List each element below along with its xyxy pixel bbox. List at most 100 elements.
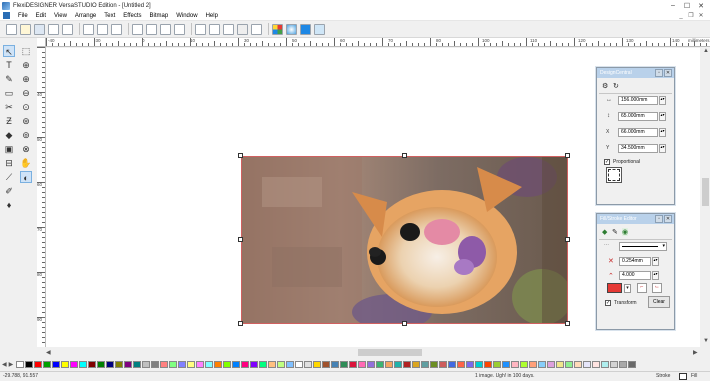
palette-swatch[interactable]	[322, 361, 331, 368]
panel-pin-icon[interactable]: ▫	[655, 69, 663, 77]
palette-swatch[interactable]	[601, 361, 610, 368]
palette-swatch[interactable]	[34, 361, 43, 368]
palette-swatch[interactable]	[79, 361, 88, 368]
palette-swatch[interactable]	[547, 361, 556, 368]
scroll-left-icon[interactable]: ◀	[46, 349, 51, 356]
palette-swatch[interactable]	[61, 361, 70, 368]
open-file-icon[interactable]	[20, 23, 31, 35]
palette-swatch[interactable]	[448, 361, 457, 368]
palette-swatch[interactable]	[439, 361, 448, 368]
palette-swatch[interactable]	[502, 361, 511, 368]
cut-icon[interactable]	[83, 23, 94, 35]
undo-list-icon[interactable]	[146, 23, 157, 35]
palette-swatch[interactable]	[538, 361, 547, 368]
palette-swatch[interactable]	[187, 361, 196, 368]
pan-tool-icon[interactable]: ✋	[20, 157, 32, 169]
palette-swatch[interactable]	[358, 361, 367, 368]
palette-swatch[interactable]	[160, 361, 169, 368]
color-dropdown-icon[interactable]: ▾	[624, 284, 631, 293]
menu-window[interactable]: Window	[172, 13, 201, 19]
palette-swatch[interactable]	[52, 361, 61, 368]
zoom-icon[interactable]	[251, 23, 262, 35]
palette-swatch[interactable]	[574, 361, 583, 368]
document-icon[interactable]	[3, 12, 10, 19]
knife-tool-icon[interactable]: ✂	[3, 101, 15, 113]
export-icon[interactable]	[209, 23, 220, 35]
zoom-fit-tool-icon[interactable]: ⊙	[20, 101, 32, 113]
palette-swatch[interactable]	[232, 361, 241, 368]
cloud-icon[interactable]	[314, 23, 325, 35]
palette-swatch[interactable]	[16, 361, 25, 368]
horizontal-scrollbar[interactable]: ◀ ▶	[46, 348, 701, 357]
palette-swatch[interactable]	[133, 361, 142, 368]
save-icon[interactable]	[34, 23, 45, 35]
resize-handle-e[interactable]	[565, 237, 570, 242]
resize-handle-nw[interactable]	[238, 153, 243, 158]
palette-swatch[interactable]	[277, 361, 286, 368]
menu-effects[interactable]: Effects	[119, 13, 145, 19]
horizontal-scroll-thumb[interactable]	[358, 349, 422, 356]
palette-swatch[interactable]	[313, 361, 322, 368]
palette-swatch[interactable]	[520, 361, 529, 368]
redo-list-icon[interactable]	[174, 23, 185, 35]
dimension-tool-icon[interactable]: ⊟	[3, 157, 15, 169]
palette-swatch[interactable]	[493, 361, 502, 368]
stroke-join-icon[interactable]: ⌐	[637, 283, 647, 293]
selected-image-object[interactable]	[238, 153, 570, 326]
y-position-field[interactable]: 34.500mm	[618, 144, 658, 153]
palette-swatch[interactable]	[43, 361, 52, 368]
maximize-button[interactable]: ☐	[680, 0, 694, 11]
width-stepper[interactable]: ▴▾	[659, 96, 666, 105]
resize-handle-w[interactable]	[238, 237, 243, 242]
stroke-cap-icon[interactable]: ⌙	[652, 283, 662, 293]
palette-swatch[interactable]	[556, 361, 565, 368]
ruler-corner[interactable]	[37, 38, 46, 47]
shape-tool-icon[interactable]: ◆	[3, 129, 15, 141]
send-to-device-icon[interactable]	[223, 23, 234, 35]
reference-point-selector[interactable]	[606, 167, 622, 183]
stroke-width-field[interactable]: 0.254mm	[619, 257, 651, 266]
palette-swatch[interactable]	[25, 361, 34, 368]
close-button[interactable]: ✕	[694, 0, 708, 11]
palette-swatch[interactable]	[628, 361, 637, 368]
menu-text[interactable]: Text	[100, 13, 119, 19]
palette-swatch[interactable]	[97, 361, 106, 368]
palette-swatch[interactable]	[376, 361, 385, 368]
palette-swatch[interactable]	[88, 361, 97, 368]
horizontal-ruler[interactable]: -40 -30 0 10 30 50 60 70 80 100 110 120 …	[46, 38, 710, 47]
x-position-field[interactable]: 66.000mm	[618, 128, 658, 137]
palette-swatch[interactable]	[178, 361, 187, 368]
stroke-style-tab-icon[interactable]: ◉	[622, 228, 629, 236]
resize-handle-ne[interactable]	[565, 153, 570, 158]
weld-tool-icon[interactable]: Ƶ	[3, 115, 15, 127]
clear-button[interactable]: Clear	[648, 296, 670, 308]
fill-tool-icon[interactable]: ◐	[20, 171, 32, 183]
palette-swatch[interactable]	[403, 361, 412, 368]
menu-view[interactable]: View	[50, 13, 71, 19]
panel-pin-icon[interactable]: ▫	[655, 215, 663, 223]
palette-right-icon[interactable]: ▶	[9, 361, 14, 368]
doc-minimize-button[interactable]: _	[676, 11, 686, 21]
palette-swatch[interactable]	[304, 361, 313, 368]
stroke-tab-icon[interactable]: ✎	[612, 228, 618, 236]
palette-swatch[interactable]	[367, 361, 376, 368]
miter-limit-field[interactable]: 4.000	[619, 271, 651, 280]
palette-swatch[interactable]	[466, 361, 475, 368]
palette-swatch[interactable]	[394, 361, 403, 368]
transform-checkbox[interactable]: ✓	[605, 300, 611, 306]
palette-swatch[interactable]	[286, 361, 295, 368]
vertical-scrollbar[interactable]: ▲ ▼	[701, 48, 710, 347]
palette-swatch[interactable]	[592, 361, 601, 368]
palette-swatch[interactable]	[106, 361, 115, 368]
palette-swatch[interactable]	[610, 361, 619, 368]
rectangle-tool-icon[interactable]: ▭	[3, 87, 15, 99]
object-tab-icon[interactable]: ⚙	[602, 82, 608, 90]
palette-swatch[interactable]	[457, 361, 466, 368]
copy-icon[interactable]	[97, 23, 108, 35]
palette-swatch[interactable]	[214, 361, 223, 368]
palette-swatch[interactable]	[250, 361, 259, 368]
print-preview-icon[interactable]	[62, 23, 73, 35]
palette-swatch[interactable]	[385, 361, 394, 368]
eyedropper-tool-icon[interactable]: ⟋	[3, 171, 15, 183]
zoom-all-tool-icon[interactable]: ⊗	[20, 143, 32, 155]
